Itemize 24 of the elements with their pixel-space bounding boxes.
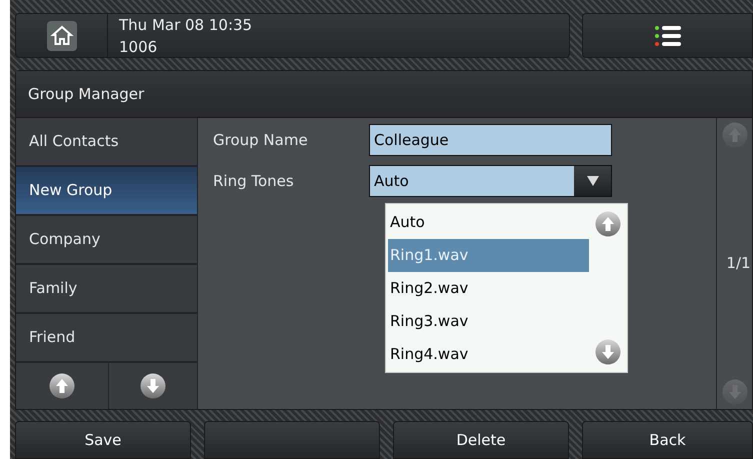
menu-button[interactable] bbox=[582, 13, 753, 58]
sidebar-item[interactable]: New Group bbox=[16, 167, 197, 216]
scroll-down-icon[interactable] bbox=[140, 373, 166, 399]
dropdown-option[interactable]: Ring3.wav bbox=[388, 305, 589, 338]
scroll-up-icon[interactable] bbox=[49, 373, 75, 399]
softkey-button[interactable]: Delete bbox=[393, 421, 569, 459]
select-field[interactable]: Auto bbox=[369, 165, 612, 197]
menu-icon bbox=[654, 24, 682, 48]
softkey-button[interactable]: Back bbox=[582, 421, 753, 459]
page-title: Group Manager bbox=[28, 84, 144, 105]
dropdown-option[interactable]: Auto bbox=[388, 206, 589, 239]
dropdown-option[interactable]: Ring4.wav bbox=[388, 338, 589, 371]
caret-icon bbox=[586, 176, 598, 186]
dropdown-option[interactable]: Ring2.wav bbox=[388, 272, 589, 305]
field-label: Ring Tones bbox=[212, 170, 295, 192]
extension-number: 1006 bbox=[119, 36, 158, 58]
page-indicator: 1/1 bbox=[725, 253, 751, 274]
softkey-button[interactable]: Save bbox=[15, 421, 191, 459]
home-icon[interactable] bbox=[46, 20, 76, 50]
date-time: Thu Mar 08 10:35 bbox=[119, 14, 252, 36]
list-down-icon[interactable] bbox=[595, 339, 621, 365]
field-label: Group Name bbox=[212, 130, 309, 151]
list-up-icon[interactable] bbox=[595, 211, 621, 237]
text-field[interactable]: Colleague bbox=[369, 124, 612, 156]
